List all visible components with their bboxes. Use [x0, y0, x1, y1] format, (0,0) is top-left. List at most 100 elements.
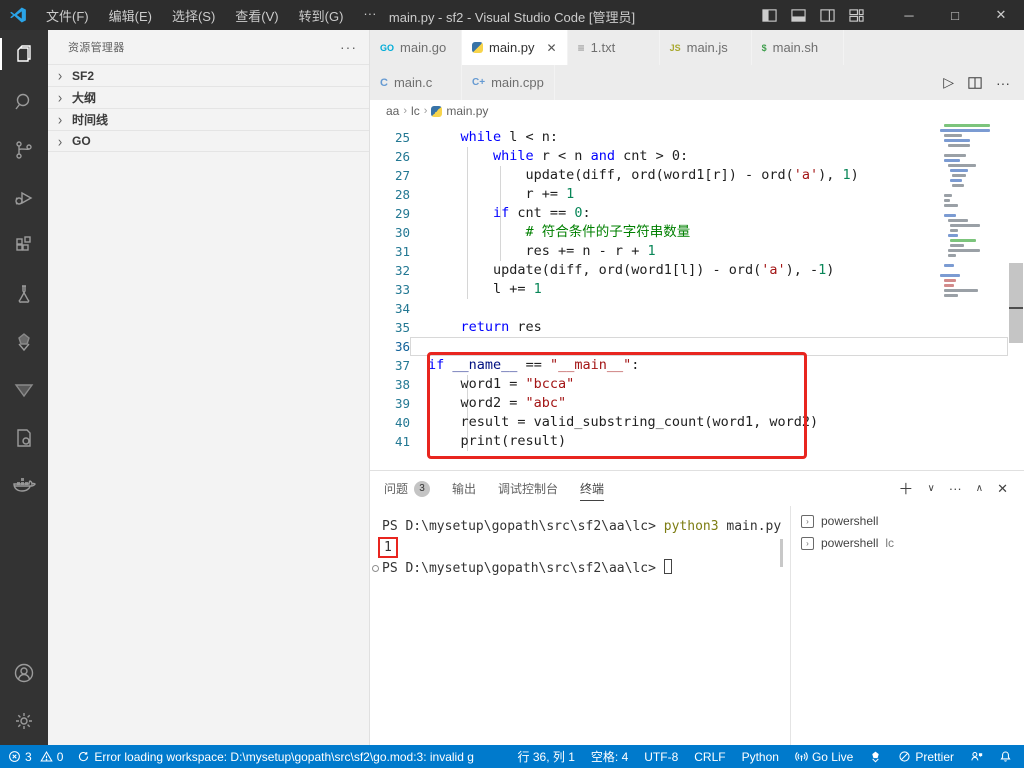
- project-file-icon[interactable]: [0, 414, 48, 462]
- panel-tab-终端[interactable]: 终端: [580, 471, 605, 506]
- docker-icon[interactable]: [0, 462, 48, 510]
- tab-main.py[interactable]: main.py ✕: [462, 30, 568, 65]
- code-line-41[interactable]: 41 print(result): [370, 432, 1008, 451]
- menu-item[interactable]: 查看(V): [226, 3, 287, 28]
- sidebar-section-go[interactable]: › GO: [48, 130, 369, 152]
- tab-main.go[interactable]: GO main.go: [370, 30, 462, 65]
- sidebar-section-大纲[interactable]: › 大纲: [48, 86, 369, 108]
- status-prettier[interactable]: Prettier: [898, 750, 954, 764]
- code-line-25[interactable]: 25 while l < n:: [370, 128, 1008, 147]
- terminal-instance-powershell lc[interactable]: › powershell lc: [791, 532, 1024, 554]
- tab-main.js[interactable]: JS main.js: [659, 30, 752, 65]
- sidebar-section-时间线[interactable]: › 时间线: [48, 108, 369, 130]
- code-line-30[interactable]: 30 # 符合条件的子字符串数量: [370, 223, 1008, 242]
- code-line-40[interactable]: 40 result = valid_substring_count(word1,…: [370, 413, 1008, 432]
- more-actions-icon[interactable]: ···: [996, 75, 1010, 91]
- terminal-instance-powershell[interactable]: › powershell: [791, 510, 1024, 532]
- tab-main.cpp[interactable]: C+ main.cpp: [462, 65, 555, 100]
- status-extension-logo[interactable]: [869, 750, 882, 763]
- code-line-35[interactable]: 35 return res: [370, 318, 1008, 337]
- chevron-right-icon: ›: [57, 132, 63, 150]
- new-terminal-icon[interactable]: ＋: [898, 478, 913, 499]
- code-line-31[interactable]: 31 res += n - r + 1: [370, 242, 1008, 261]
- breadcrumb-item[interactable]: lc: [411, 104, 420, 118]
- panel-tab-输出[interactable]: 输出: [452, 471, 476, 506]
- status-feedback[interactable]: [970, 750, 983, 763]
- code-line-28[interactable]: 28 r += 1: [370, 185, 1008, 204]
- command-decoration-icon[interactable]: [372, 565, 379, 572]
- editor-scrollbar[interactable]: [1008, 122, 1024, 470]
- bell-icon: [999, 750, 1012, 763]
- panel-tab-问题[interactable]: 问题 3: [384, 471, 431, 506]
- run-python-file-icon[interactable]: ▷: [943, 74, 954, 91]
- panel-more-icon[interactable]: ···: [949, 481, 962, 496]
- line-number: 34: [394, 301, 410, 316]
- status-go-live[interactable]: Go Live: [795, 750, 853, 764]
- search-icon[interactable]: [0, 78, 48, 126]
- code-line-36[interactable]: 36: [370, 337, 1008, 356]
- minimap[interactable]: [940, 124, 1006, 299]
- line-number: 41: [394, 434, 410, 449]
- status-eol[interactable]: CRLF: [694, 750, 725, 764]
- terminal-line: PS D:\mysetup\gopath\src\sf2\aa\lc> pyth…: [382, 519, 782, 534]
- line-content: res += n - r + 1: [428, 243, 656, 259]
- toggle-sidebar-icon[interactable]: [762, 8, 777, 23]
- code-line-27[interactable]: 27 update(diff, ord(word1[r]) - ord('a')…: [370, 166, 1008, 185]
- minimize-button[interactable]: ─: [886, 0, 932, 30]
- line-content: # 符合条件的子字符串数量: [525, 224, 691, 240]
- terminal-dropdown-icon[interactable]: ∨: [927, 483, 934, 494]
- maximize-panel-icon[interactable]: ∧: [976, 483, 983, 494]
- run-debug-icon[interactable]: [0, 174, 48, 222]
- menu-item[interactable]: 编辑(E): [100, 3, 161, 28]
- code-editor[interactable]: 25 while l < n: 26 while r < n and cnt > …: [370, 122, 1024, 470]
- triangle-tool-icon[interactable]: [0, 366, 48, 414]
- code-line-33[interactable]: 33 l += 1: [370, 280, 1008, 299]
- terminal-scrollbar[interactable]: [780, 539, 783, 567]
- toggle-secondary-sidebar-icon[interactable]: [820, 8, 835, 23]
- code-line-29[interactable]: 29 if cnt == 0:: [370, 204, 1008, 223]
- code-line-37[interactable]: 37 if __name__ == "__main__":: [370, 356, 1008, 375]
- status-notifications[interactable]: [999, 750, 1012, 763]
- workspace-error-status[interactable]: Error loading workspace: D:\mysetup\gopa…: [77, 750, 474, 764]
- account-icon[interactable]: [0, 649, 48, 697]
- close-button[interactable]: ✕: [978, 0, 1024, 30]
- problems-status[interactable]: 3 0: [8, 750, 63, 764]
- status-language-mode[interactable]: Python: [742, 750, 779, 764]
- settings-gear-icon[interactable]: [0, 697, 48, 745]
- status-bar: 3 0 Error loading workspace: D:\mysetup\…: [0, 745, 1024, 768]
- menu-item[interactable]: 转到(G): [290, 3, 353, 28]
- split-editor-icon[interactable]: [968, 76, 982, 90]
- terminal[interactable]: PS D:\mysetup\gopath\src\sf2\aa\lc> pyth…: [370, 506, 790, 746]
- status-encoding[interactable]: UTF-8: [644, 750, 678, 764]
- close-panel-icon[interactable]: ✕: [997, 481, 1008, 497]
- code-line-38[interactable]: 38 word1 = "bcca": [370, 375, 1008, 394]
- tab-1.txt[interactable]: ≡ 1.txt: [567, 30, 660, 65]
- menu-item[interactable]: 文件(F): [37, 3, 98, 28]
- testing-icon[interactable]: [0, 270, 48, 318]
- extensions-icon[interactable]: [0, 222, 48, 270]
- menu-item[interactable]: 选择(S): [163, 3, 224, 28]
- panel-tab-调试控制台[interactable]: 调试控制台: [498, 471, 558, 506]
- sidebar-section-sf2[interactable]: › SF2: [48, 64, 369, 86]
- tab-main.sh[interactable]: $ main.sh: [751, 30, 844, 65]
- tab-main.c[interactable]: Cmain.c: [370, 65, 462, 100]
- toggle-panel-icon[interactable]: [791, 8, 806, 23]
- breadcrumb-item[interactable]: main.py: [431, 104, 488, 118]
- go-tools-icon[interactable]: [0, 318, 48, 366]
- scrollbar-thumb[interactable]: [1009, 263, 1023, 343]
- maximize-button[interactable]: □: [932, 0, 978, 30]
- customize-layout-icon[interactable]: [849, 8, 864, 23]
- menu-item[interactable]: ···: [354, 3, 385, 28]
- breadcrumb-item[interactable]: aa: [386, 104, 399, 118]
- code-line-26[interactable]: 26 while r < n and cnt > 0:: [370, 147, 1008, 166]
- source-control-icon[interactable]: [0, 126, 48, 174]
- tab-close-icon[interactable]: ✕: [541, 41, 557, 55]
- status-cursor-position[interactable]: 行 36, 列 1: [518, 748, 575, 765]
- code-line-39[interactable]: 39 word2 = "abc": [370, 394, 1008, 413]
- code-line-34[interactable]: 34: [370, 299, 1008, 318]
- explorer-more-icon[interactable]: ···: [340, 39, 357, 55]
- status-indentation[interactable]: 空格: 4: [591, 748, 628, 765]
- problems-badge: 3: [414, 480, 431, 497]
- code-line-32[interactable]: 32 update(diff, ord(word1[l]) - ord('a')…: [370, 261, 1008, 280]
- explorer-icon[interactable]: [0, 30, 48, 78]
